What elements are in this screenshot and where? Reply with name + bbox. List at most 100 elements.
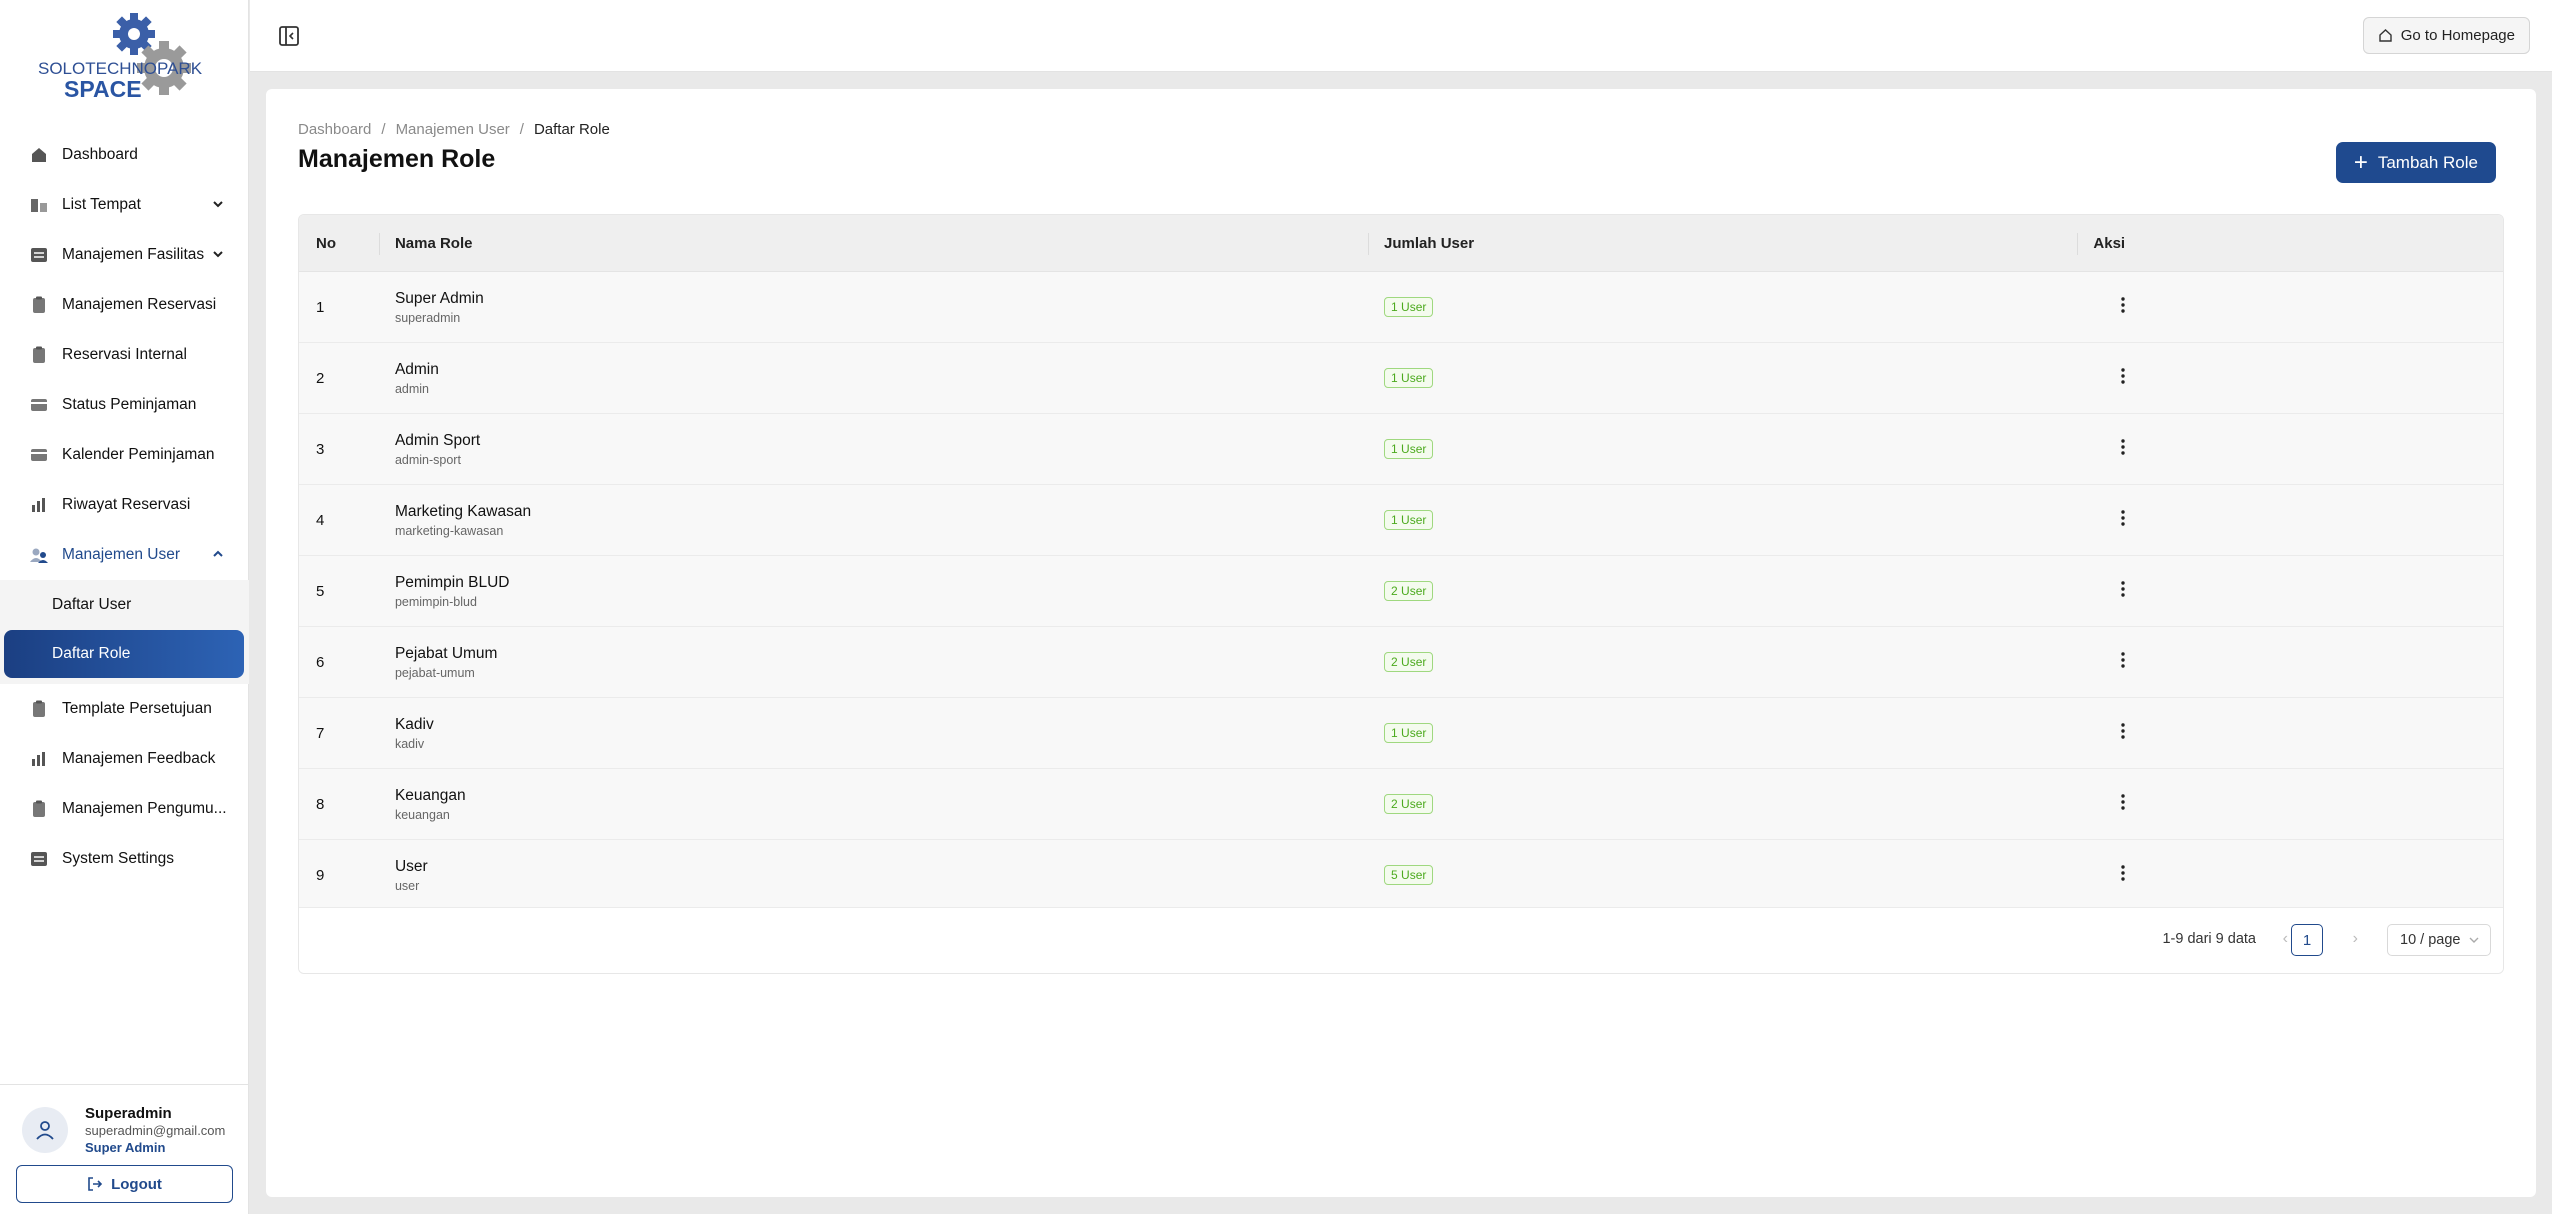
more-vertical-icon	[2121, 865, 2126, 881]
page-size-select[interactable]: 10 / page	[2387, 924, 2491, 956]
page-size-value: 10 / page	[2400, 932, 2461, 948]
swap-icon	[28, 849, 50, 869]
sidebar-item-manajemen-user[interactable]: Manajemen User	[0, 530, 249, 580]
chevron-down-icon	[213, 251, 223, 258]
cell-nama-role: User user	[379, 858, 1368, 893]
role-slug: user	[394, 878, 420, 893]
role-name: Admin	[394, 360, 439, 378]
sidebar-item-manajemen-feedback[interactable]: Manajemen Feedback	[0, 734, 249, 784]
user-panel: Superadmin superadmin@gmail.com Super Ad…	[0, 1084, 249, 1214]
user-count-badge: 2 User	[1384, 652, 1434, 672]
card-icon	[28, 445, 50, 465]
sidebar-collapse-icon	[279, 26, 299, 46]
cell-aksi	[2077, 794, 2503, 814]
cell-no: 1	[316, 298, 325, 316]
next-page-button[interactable]: ›	[2353, 930, 2358, 948]
sidebar-item-template-persetujuan[interactable]: Template Persetujuan	[0, 684, 249, 734]
sidebar-item-reservasi-internal[interactable]: Reservasi Internal	[0, 330, 249, 380]
avatar[interactable]	[22, 1107, 68, 1153]
sidebar-item-riwayat-reservasi[interactable]: Riwayat Reservasi	[0, 480, 249, 530]
sidebar-item-status-peminjaman[interactable]: Status Peminjaman	[0, 380, 249, 430]
table-row: 8 Keuangan keuangan 2 User	[299, 769, 2503, 840]
role-slug: pejabat-umum	[394, 665, 475, 680]
swap-icon	[28, 245, 50, 265]
more-actions-button[interactable]	[2111, 790, 2135, 814]
sidebar-item-label: List Tempat	[62, 196, 141, 213]
role-name: Admin Sport	[394, 431, 481, 449]
more-vertical-icon	[2121, 652, 2126, 668]
pagination: 1-9 dari 9 data ‹ 1 › 10 / page	[299, 907, 2503, 973]
more-vertical-icon	[2121, 723, 2126, 739]
more-actions-button[interactable]	[2111, 293, 2135, 317]
table-row: 9 User user 5 User	[299, 840, 2503, 911]
cell-nama-role: Admin Sport admin-sport	[379, 432, 1368, 467]
home-icon	[28, 145, 50, 165]
chevron-down-icon	[213, 201, 223, 208]
cell-aksi	[2077, 865, 2503, 885]
sidebar-item-label: Template Persetujuan	[62, 700, 212, 717]
topbar: Go to Homepage	[250, 0, 2552, 72]
prev-page-button[interactable]: ‹	[2283, 930, 2288, 948]
more-actions-button[interactable]	[2111, 364, 2135, 388]
sidebar-item-manajemen-reservasi[interactable]: Manajemen Reservasi	[0, 280, 249, 330]
logo[interactable]: SOLOTECHNOPARK SPACE	[36, 12, 211, 108]
sidebar-item-manajemen-pengumuman[interactable]: Manajemen Pengumu...	[0, 784, 249, 834]
sidebar-item-label: Daftar User	[52, 596, 132, 613]
more-actions-button[interactable]	[2111, 719, 2135, 743]
cell-jumlah-user: 1 User	[1368, 297, 2077, 317]
more-vertical-icon	[2121, 510, 2126, 526]
role-name: Marketing Kawasan	[394, 502, 532, 520]
svg-text:SPACE: SPACE	[64, 76, 142, 102]
header-aksi: Aksi	[2077, 215, 2503, 271]
breadcrumb: Dashboard / Manajemen User / Daftar Role	[298, 121, 610, 138]
more-actions-button[interactable]	[2111, 577, 2135, 601]
go-to-homepage-button[interactable]: Go to Homepage	[2362, 17, 2530, 54]
cell-jumlah-user: 2 User	[1368, 652, 2077, 672]
chevron-up-icon	[213, 550, 223, 557]
breadcrumb-item[interactable]: Manajemen User	[396, 121, 510, 138]
cell-no: 6	[316, 653, 325, 671]
home-icon	[2379, 29, 2392, 42]
sidebar-item-list-tempat[interactable]: List Tempat	[0, 180, 249, 230]
users-icon	[28, 545, 50, 565]
more-actions-button[interactable]	[2111, 861, 2135, 885]
sidebar-nav: Dashboard List Tempat Manajemen Fasilita…	[0, 130, 249, 884]
sidebar-toggle-button[interactable]	[278, 25, 300, 47]
sidebar-item-label: Kalender Peminjaman	[62, 446, 215, 463]
more-actions-button[interactable]	[2111, 506, 2135, 530]
submenu-manajemen-user: Daftar User Daftar Role	[0, 580, 249, 684]
cell-nama-role: Keuangan keuangan	[379, 787, 1368, 822]
sidebar-item-daftar-user[interactable]: Daftar User	[0, 580, 249, 630]
table-row: 4 Marketing Kawasan marketing-kawasan 1 Use…	[299, 485, 2503, 556]
sidebar-item-label: Riwayat Reservasi	[62, 496, 191, 513]
bar-chart-icon	[28, 495, 50, 515]
header-nama-role: Nama Role	[378, 215, 1368, 271]
cell-jumlah-user: 1 User	[1368, 510, 2077, 530]
sidebar-item-kalender-peminjaman[interactable]: Kalender Peminjaman	[0, 430, 249, 480]
table-row: 3 Admin Sport admin-sport 1 User	[299, 414, 2503, 485]
sidebar-item-system-settings[interactable]: System Settings	[0, 834, 249, 884]
sidebar-item-manajemen-fasilitas[interactable]: Manajemen Fasilitas	[0, 230, 249, 280]
breadcrumb-item[interactable]: Dashboard	[298, 121, 371, 138]
role-slug: pemimpin-blud	[394, 594, 477, 609]
table-row: 5 Pemimpin BLUD pemimpin-blud 2 User	[299, 556, 2503, 627]
logout-button[interactable]: Logout	[16, 1165, 233, 1203]
breadcrumb-current: Daftar Role	[533, 121, 610, 138]
cell-no: 9	[316, 866, 325, 884]
clipboard-icon	[28, 699, 50, 719]
table-row: 7 Kadiv kadiv 1 User	[299, 698, 2503, 769]
more-actions-button[interactable]	[2111, 648, 2135, 672]
page-1-button[interactable]: 1	[2291, 924, 2323, 956]
sidebar-item-daftar-role[interactable]: Daftar Role	[4, 630, 244, 678]
main-content: Dashboard / Manajemen User / Daftar Role…	[266, 89, 2536, 1197]
more-actions-button[interactable]	[2111, 435, 2135, 459]
cell-no: 8	[316, 795, 325, 813]
pagination-info: 1-9 dari 9 data	[2162, 931, 2256, 947]
gear-logo-icon: SOLOTECHNOPARK SPACE	[38, 13, 203, 102]
breadcrumb-separator: /	[519, 121, 524, 138]
add-role-button[interactable]: + Tambah Role	[2335, 142, 2496, 183]
role-name: Pemimpin BLUD	[394, 573, 510, 591]
sidebar-item-dashboard[interactable]: Dashboard	[0, 130, 249, 180]
cell-no: 5	[316, 582, 325, 600]
role-slug: superadmin	[394, 310, 461, 325]
